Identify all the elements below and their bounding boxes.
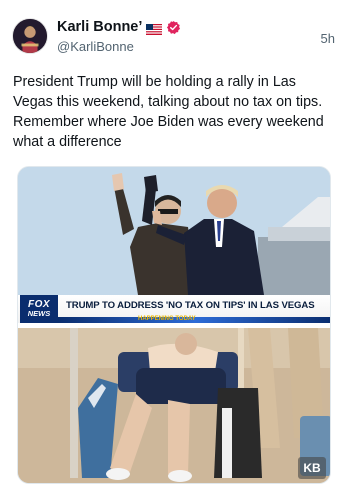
beach-photo[interactable]: KB	[18, 328, 330, 483]
news-headline: TRUMP TO ADDRESS 'NO TAX ON TIPS' IN LAS…	[66, 300, 315, 311]
author-display-name[interactable]: Karli Bonne’	[57, 19, 142, 35]
author-avatar[interactable]	[12, 18, 48, 54]
fox-news-logo: FOX NEWS	[20, 295, 58, 323]
kb-watermark: KB	[298, 457, 326, 479]
avatar-image	[13, 19, 47, 53]
author-handle[interactable]: @KarliBonne	[57, 39, 134, 54]
rally-photo[interactable]: FOX NEWS TRUMP TO ADDRESS 'NO TAX ON TIP…	[18, 167, 330, 323]
verified-badge-icon	[166, 20, 181, 35]
us-flag-icon	[146, 22, 163, 35]
news-ticker-text: HAPPENING TODAY	[138, 316, 196, 322]
author-name-row: Karli Bonne’	[57, 18, 181, 36]
post-text: President Trump will be holding a rally …	[13, 74, 324, 150]
fox-logo-line2: NEWS	[27, 309, 51, 319]
beach-photo-scene	[18, 328, 330, 483]
media-grid[interactable]: FOX NEWS TRUMP TO ADDRESS 'NO TAX ON TIP…	[17, 166, 331, 484]
post-card[interactable]: Karli Bonne’ @KarliBonne 5h President Tr…	[0, 0, 349, 500]
post-timestamp[interactable]: 5h	[321, 31, 335, 46]
